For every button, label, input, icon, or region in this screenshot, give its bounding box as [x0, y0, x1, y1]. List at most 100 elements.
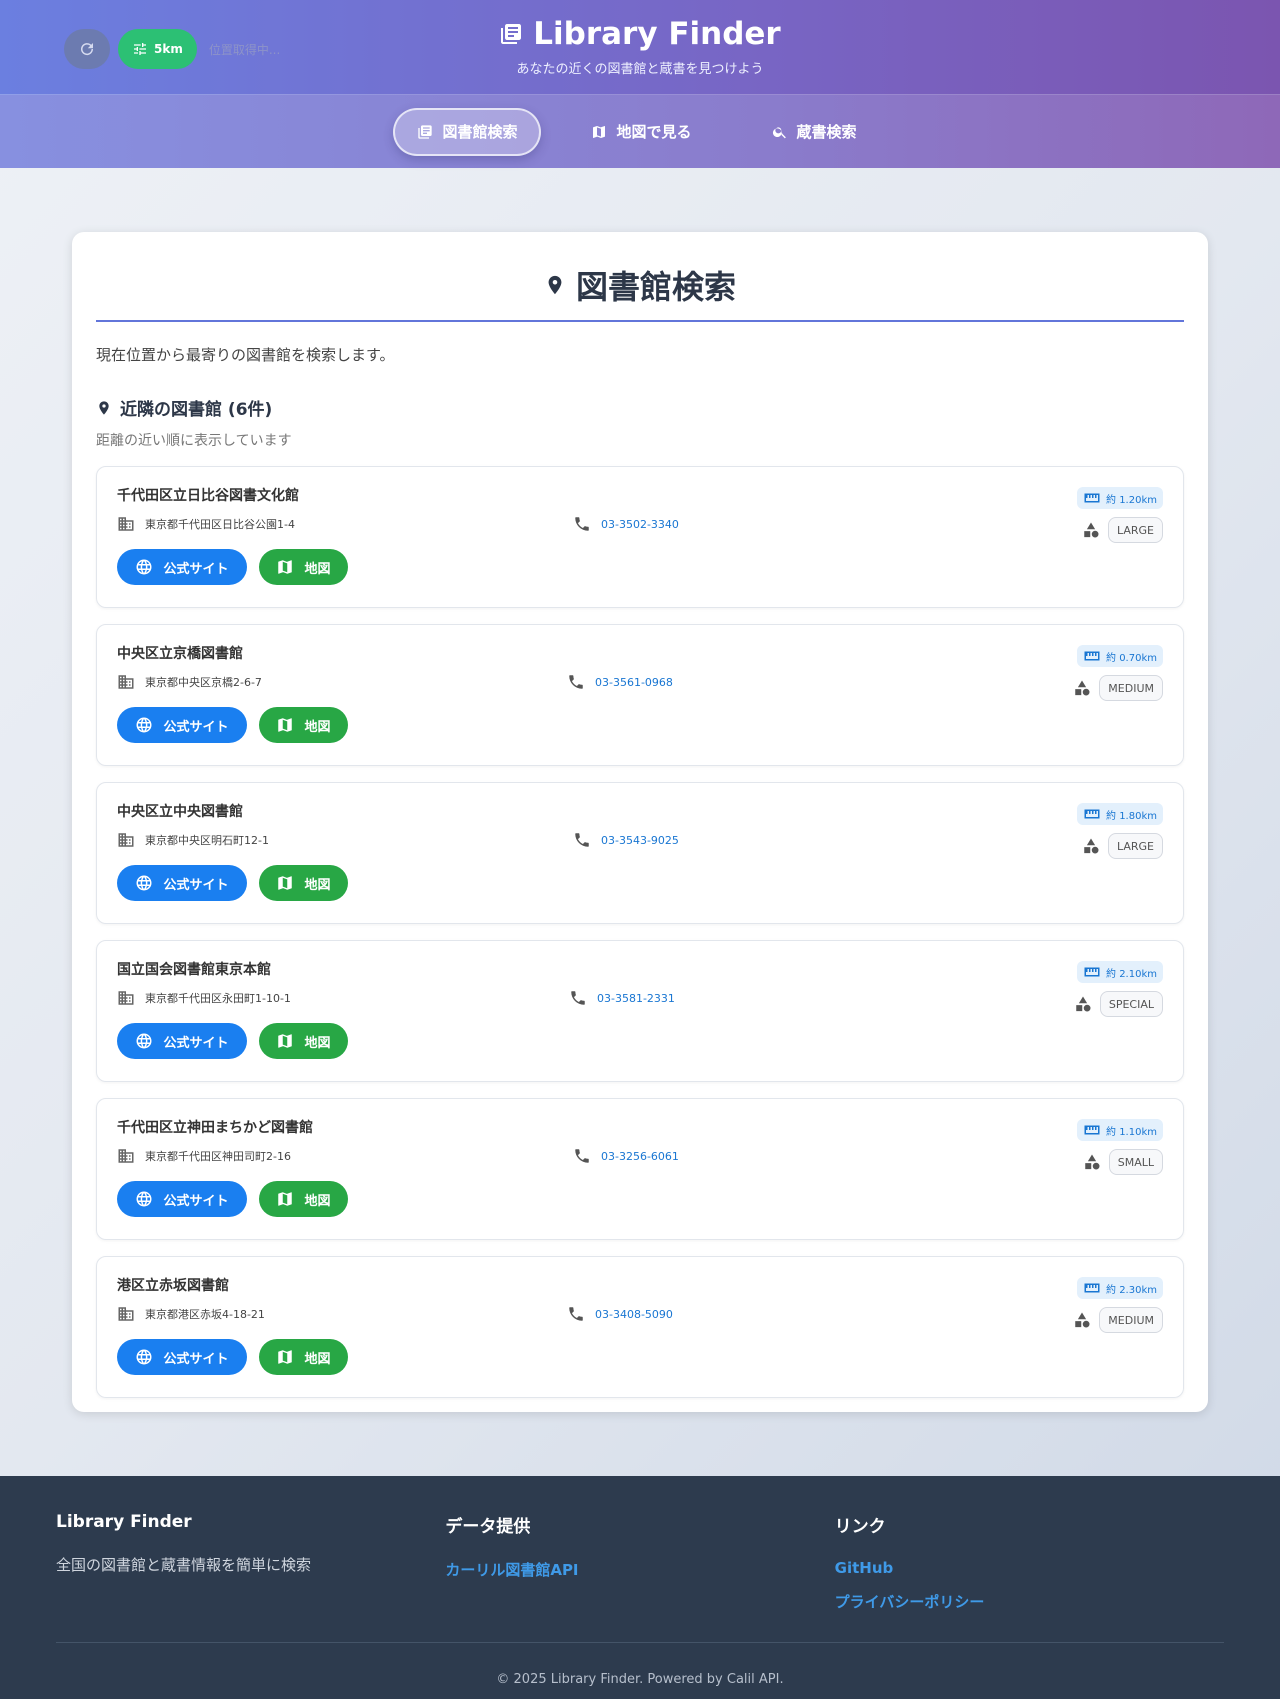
official-site-button[interactable]: 公式サイト	[117, 707, 247, 743]
library-phone-link[interactable]: 03-3543-9025	[573, 831, 679, 849]
building-icon	[118, 1307, 134, 1321]
library-phone-link[interactable]: 03-3581-2331	[569, 989, 675, 1007]
phone-icon	[569, 1307, 583, 1321]
library-address-text: 東京都千代田区神田司町2-16	[145, 1150, 291, 1163]
library-address: 東京都中央区京橋2-6-7	[117, 673, 262, 691]
library-phone: 03-3543-9025	[601, 833, 679, 847]
category-row: MEDIUM	[1073, 675, 1163, 701]
shapes-icon	[1084, 522, 1099, 538]
nearby-heading: 近隣の図書館 (6件)	[96, 395, 1184, 420]
page-description: 現在位置から最寄りの図書館を検索します。	[96, 346, 395, 364]
main-nav: 図書館検索 地図で見る 蔵書検索	[0, 95, 1280, 168]
official-site-button[interactable]: 公式サイト	[117, 549, 247, 585]
official-site-button[interactable]: 公式サイト	[117, 1339, 247, 1375]
app-title: Library Finder	[499, 16, 781, 52]
official-site-button[interactable]: 公式サイト	[117, 1181, 247, 1217]
library-name: 国立国会図書館東京本館	[117, 962, 271, 978]
library-name: 千代田区立神田まちかど図書館	[117, 1120, 313, 1136]
library-address: 東京都港区赤坂4-18-21	[117, 1305, 265, 1323]
map-button[interactable]: 地図	[259, 865, 348, 901]
library-name: 中央区立中央図書館	[117, 804, 243, 820]
nearby-heading-text: 近隣の図書館 (6件)	[120, 400, 273, 420]
map-label: 地図	[304, 1035, 331, 1051]
library-name: 中央区立京橋図書館	[117, 646, 243, 662]
footer-about: Library Finder 全国の図書館と蔵書情報を簡単に検索	[56, 1512, 445, 1626]
library-address-text: 東京都港区赤坂4-18-21	[145, 1308, 265, 1321]
official-site-label: 公式サイト	[163, 1035, 229, 1051]
map-icon	[278, 718, 293, 732]
official-site-label: 公式サイト	[163, 1193, 229, 1209]
tab-label: 図書館検索	[442, 123, 518, 141]
globe-icon	[136, 717, 152, 733]
map-label: 地図	[304, 1193, 331, 1209]
library-actions: 公式サイト 地図	[117, 1339, 348, 1375]
distance-badge: 約 1.10km	[1077, 1119, 1163, 1141]
library-actions: 公式サイト 地図	[117, 707, 348, 743]
library-meta: 約 1.20km LARGE	[1077, 487, 1163, 543]
library-address-text: 東京都千代田区永田町1-10-1	[145, 992, 291, 1005]
category-row: SPECIAL	[1074, 991, 1163, 1017]
map-button[interactable]: 地図	[259, 1181, 348, 1217]
footer-about-title: Library Finder	[56, 1512, 192, 1532]
library-phone-link[interactable]: 03-3502-3340	[573, 515, 679, 533]
library-list: 千代田区立日比谷図書文化館 東京都千代田区日比谷公園1-4 03-3502-33…	[96, 466, 1184, 1398]
official-site-button[interactable]: 公式サイト	[117, 1023, 247, 1059]
map-label: 地図	[304, 719, 331, 735]
map-label: 地図	[304, 561, 331, 577]
location-pin-icon	[548, 275, 562, 295]
map-button[interactable]: 地図	[259, 1023, 348, 1059]
map-label: 地図	[304, 877, 331, 893]
shapes-icon	[1084, 838, 1099, 854]
privacy-policy-link[interactable]: プライバシーポリシー	[835, 1591, 1224, 1612]
footer-links-title: リンク	[834, 1517, 886, 1537]
distance-badge: 約 1.20km	[1077, 487, 1163, 509]
distance-text: 約 2.10km	[1106, 968, 1157, 980]
library-phone-link[interactable]: 03-3256-6061	[573, 1147, 679, 1165]
map-button[interactable]: 地図	[259, 707, 348, 743]
official-site-button[interactable]: 公式サイト	[117, 865, 247, 901]
shapes-icon	[1075, 1312, 1090, 1328]
nearby-subtext: 距離の近い順に表示しています	[96, 433, 292, 449]
official-site-label: 公式サイト	[163, 1351, 229, 1367]
library-meta: 約 1.80km LARGE	[1077, 803, 1163, 859]
map-button[interactable]: 地図	[259, 549, 348, 585]
site-footer: Library Finder 全国の図書館と蔵書情報を簡単に検索 データ提供 カ…	[0, 1476, 1280, 1699]
shapes-icon	[1084, 1154, 1100, 1170]
copyright: © 2025 Library Finder. Powered by Calil …	[496, 1672, 784, 1687]
book-icon	[418, 124, 433, 139]
tab-map-view[interactable]: 地図で見る	[561, 108, 721, 156]
map-button[interactable]: 地図	[259, 1339, 348, 1375]
official-site-label: 公式サイト	[163, 877, 229, 893]
ruler-icon	[1084, 651, 1100, 661]
ruler-icon	[1084, 493, 1100, 503]
header-brand: Library Finder あなたの近くの図書館と蔵書を見つけよう	[0, 16, 1280, 77]
library-address-text: 東京都中央区明石町12-1	[145, 834, 269, 847]
building-icon	[118, 1149, 134, 1163]
page-title-text: 図書館検索	[575, 268, 736, 306]
search-icon	[772, 126, 786, 138]
globe-icon	[136, 1033, 152, 1049]
library-phone: 03-3256-6061	[601, 1149, 679, 1163]
category-row: MEDIUM	[1073, 1307, 1163, 1333]
github-link[interactable]: GitHub	[835, 1559, 1224, 1577]
tab-collection-search[interactable]: 蔵書検索	[742, 108, 887, 156]
location-pin-icon	[99, 400, 109, 415]
library-actions: 公式サイト 地図	[117, 1023, 348, 1059]
globe-icon	[136, 559, 152, 575]
distance-badge: 約 2.30km	[1077, 1277, 1163, 1299]
library-phone-link[interactable]: 03-3408-5090	[567, 1305, 673, 1323]
phone-icon	[571, 991, 585, 1005]
library-name: 千代田区立日比谷図書文化館	[117, 488, 299, 504]
tab-library-search[interactable]: 図書館検索	[393, 107, 542, 156]
library-meta: 約 0.70km MEDIUM	[1073, 645, 1163, 701]
official-site-label: 公式サイト	[163, 719, 229, 735]
footer-divider	[56, 1642, 1224, 1643]
distance-text: 約 0.70km	[1106, 652, 1157, 664]
calil-api-link[interactable]: カーリル図書館API	[445, 1559, 834, 1580]
category-row: LARGE	[1082, 517, 1163, 543]
library-address: 東京都千代田区神田司町2-16	[117, 1147, 291, 1165]
books-icon	[501, 24, 522, 44]
library-phone-link[interactable]: 03-3561-0968	[567, 673, 673, 691]
map-icon	[278, 560, 293, 574]
map-label: 地図	[304, 1351, 331, 1367]
